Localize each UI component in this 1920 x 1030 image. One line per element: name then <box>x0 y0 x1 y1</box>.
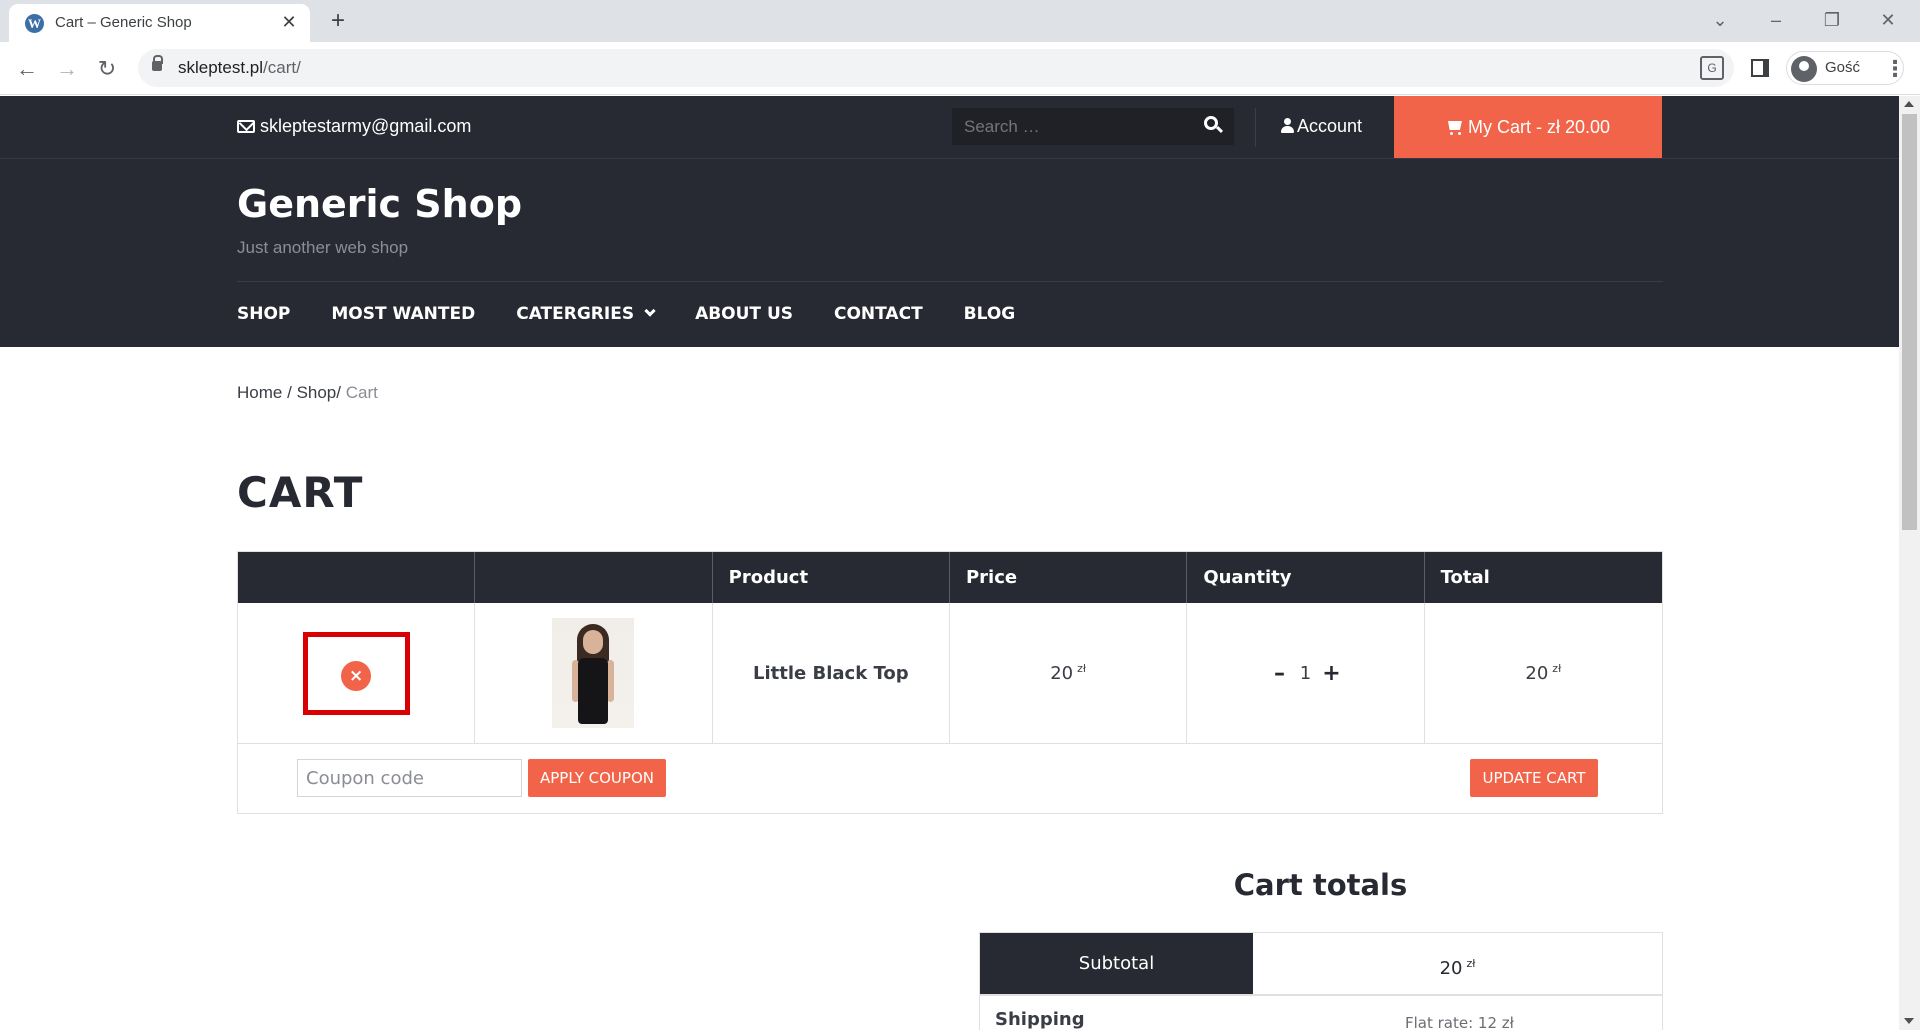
product-cell: Little Black Top <box>713 603 950 743</box>
browser-tab[interactable]: W Cart – Generic Shop ✕ <box>9 4 310 42</box>
subtotal-value: 20 zł <box>1439 957 1476 979</box>
browser-tab-bar: W Cart – Generic Shop ✕ + ⌄ – ❐ ✕ <box>0 0 1920 42</box>
subtotal-label: Subtotal <box>980 933 1253 994</box>
close-icon[interactable]: ✕ <box>278 11 300 33</box>
translate-icon[interactable]: G <box>1700 56 1724 80</box>
tab-title: Cart – Generic Shop <box>55 14 192 31</box>
highlight-frame: × <box>302 631 410 715</box>
menu-divider <box>237 281 1663 282</box>
lock-icon <box>152 55 163 71</box>
site-header: skleptestarmy@gmail.com Account My Cart … <box>0 96 1899 347</box>
cart-actions: APPLY COUPON UPDATE CART <box>238 744 1662 813</box>
browser-toolbar: ← → ↻ skleptest.pl/cart/ G Gość ⋮ <box>0 42 1920 95</box>
product-name-link[interactable]: Little Black Top <box>753 663 909 684</box>
envelope-icon <box>237 120 255 133</box>
apply-coupon-button[interactable]: APPLY COUPON <box>528 759 666 797</box>
cart-totals-table: Subtotal 20 zł <box>979 932 1663 996</box>
search-input[interactable] <box>964 117 1184 137</box>
update-cart-button[interactable]: UPDATE CART <box>1470 759 1598 797</box>
header-search <box>952 108 1234 145</box>
site-tagline: Just another web shop <box>237 238 409 257</box>
minimize-icon[interactable]: – <box>1756 6 1796 34</box>
page-title: CART <box>237 468 364 517</box>
subtotal-row: Subtotal 20 zł <box>980 933 1662 995</box>
remove-item-button[interactable]: × <box>341 661 372 691</box>
breadcrumb-shop[interactable]: Shop <box>297 383 337 402</box>
coupon-code-input[interactable] <box>297 759 522 797</box>
cart-table-header: Product Price Quantity Total <box>238 552 1662 603</box>
shipping-value: Flat rate: 12 zł <box>1405 1014 1514 1030</box>
window-close-icon[interactable]: ✕ <box>1868 6 1908 34</box>
plus-icon[interactable]: + <box>324 7 352 35</box>
shipping-row: Shipping Flat rate: 12 zł <box>979 995 1663 1030</box>
item-total: 20 zł <box>1525 662 1562 684</box>
back-icon[interactable]: ← <box>12 54 42 84</box>
side-panel-icon[interactable] <box>1751 59 1769 77</box>
profile-name: Gość <box>1825 59 1861 76</box>
search-icon[interactable] <box>1204 116 1224 136</box>
scroll-down-icon[interactable] <box>1904 1018 1914 1024</box>
user-icon <box>1281 118 1294 133</box>
price-cell: 20 zł <box>950 603 1188 743</box>
topbar-divider <box>0 158 1899 159</box>
nav-item-contact[interactable]: CONTACT <box>834 304 923 328</box>
breadcrumb-separator: / <box>287 383 292 402</box>
nav-item-blog[interactable]: BLOG <box>964 304 1016 328</box>
item-price: 20 zł <box>1050 662 1087 684</box>
thumbnail-cell <box>475 603 713 743</box>
nav-item-shop[interactable]: SHOP <box>237 304 290 328</box>
breadcrumb-separator: / <box>336 383 341 402</box>
column-header-quantity: Quantity <box>1187 552 1425 603</box>
site-title[interactable]: Generic Shop <box>237 182 522 226</box>
column-header-total: Total <box>1440 567 1490 588</box>
wordpress-icon: W <box>25 14 44 33</box>
restore-icon[interactable]: ❐ <box>1812 6 1852 34</box>
quantity-cell: – 1 + <box>1187 603 1425 743</box>
product-thumbnail[interactable] <box>552 618 635 728</box>
main-nav: SHOP MOST WANTED CATERGRIES ABOUT US CON… <box>237 304 1056 328</box>
quantity-stepper: – 1 + <box>1268 661 1342 686</box>
my-cart-button[interactable]: My Cart - zł 20.00 <box>1394 96 1662 159</box>
cart-icon <box>1446 121 1464 135</box>
address-bar[interactable]: skleptest.pl/cart/ G <box>138 49 1734 87</box>
column-header-thumbnail <box>475 552 713 603</box>
quantity-increase-button[interactable]: + <box>1320 661 1342 686</box>
remove-cell: × <box>238 603 476 743</box>
chevron-down-icon <box>644 305 656 317</box>
scroll-thumb[interactable] <box>1902 114 1917 530</box>
url-text: skleptest.pl/cart/ <box>178 58 301 77</box>
column-header-product: Product <box>713 552 950 603</box>
shipping-label: Shipping <box>995 1009 1085 1030</box>
column-header-remove <box>238 552 476 603</box>
scroll-up-icon[interactable] <box>1904 101 1914 107</box>
total-cell: 20 zł <box>1425 603 1662 743</box>
nav-item-about-us[interactable]: ABOUT US <box>695 304 793 328</box>
profile-icon <box>1791 56 1817 82</box>
kebab-menu-icon[interactable]: ⋮ <box>1880 54 1910 84</box>
cart-table: Product Price Quantity Total × Little Bl… <box>237 551 1663 814</box>
breadcrumb: Home / Shop/ Cart <box>237 383 378 403</box>
quantity-value[interactable]: 1 <box>1290 663 1320 684</box>
nav-item-categories[interactable]: CATERGRIES <box>516 304 656 328</box>
cart-totals-title: Cart totals <box>1233 868 1408 902</box>
column-header-price: Price <box>950 552 1188 603</box>
tab-search-icon[interactable]: ⌄ <box>1700 6 1740 34</box>
breadcrumb-current: Cart <box>345 383 378 402</box>
header-email[interactable]: skleptestarmy@gmail.com <box>237 116 471 137</box>
reload-icon[interactable]: ↻ <box>92 54 122 84</box>
account-link[interactable]: Account <box>1281 116 1362 137</box>
header-divider <box>1255 108 1256 147</box>
breadcrumb-home[interactable]: Home <box>237 383 282 402</box>
forward-icon[interactable]: → <box>52 54 82 84</box>
nav-item-most-wanted[interactable]: MOST WANTED <box>331 304 475 328</box>
table-row: × Little Black Top 20 zł – 1 + 20 zł <box>238 603 1662 744</box>
quantity-decrease-button[interactable]: – <box>1268 661 1290 686</box>
page-scrollbar[interactable] <box>1899 96 1920 1030</box>
